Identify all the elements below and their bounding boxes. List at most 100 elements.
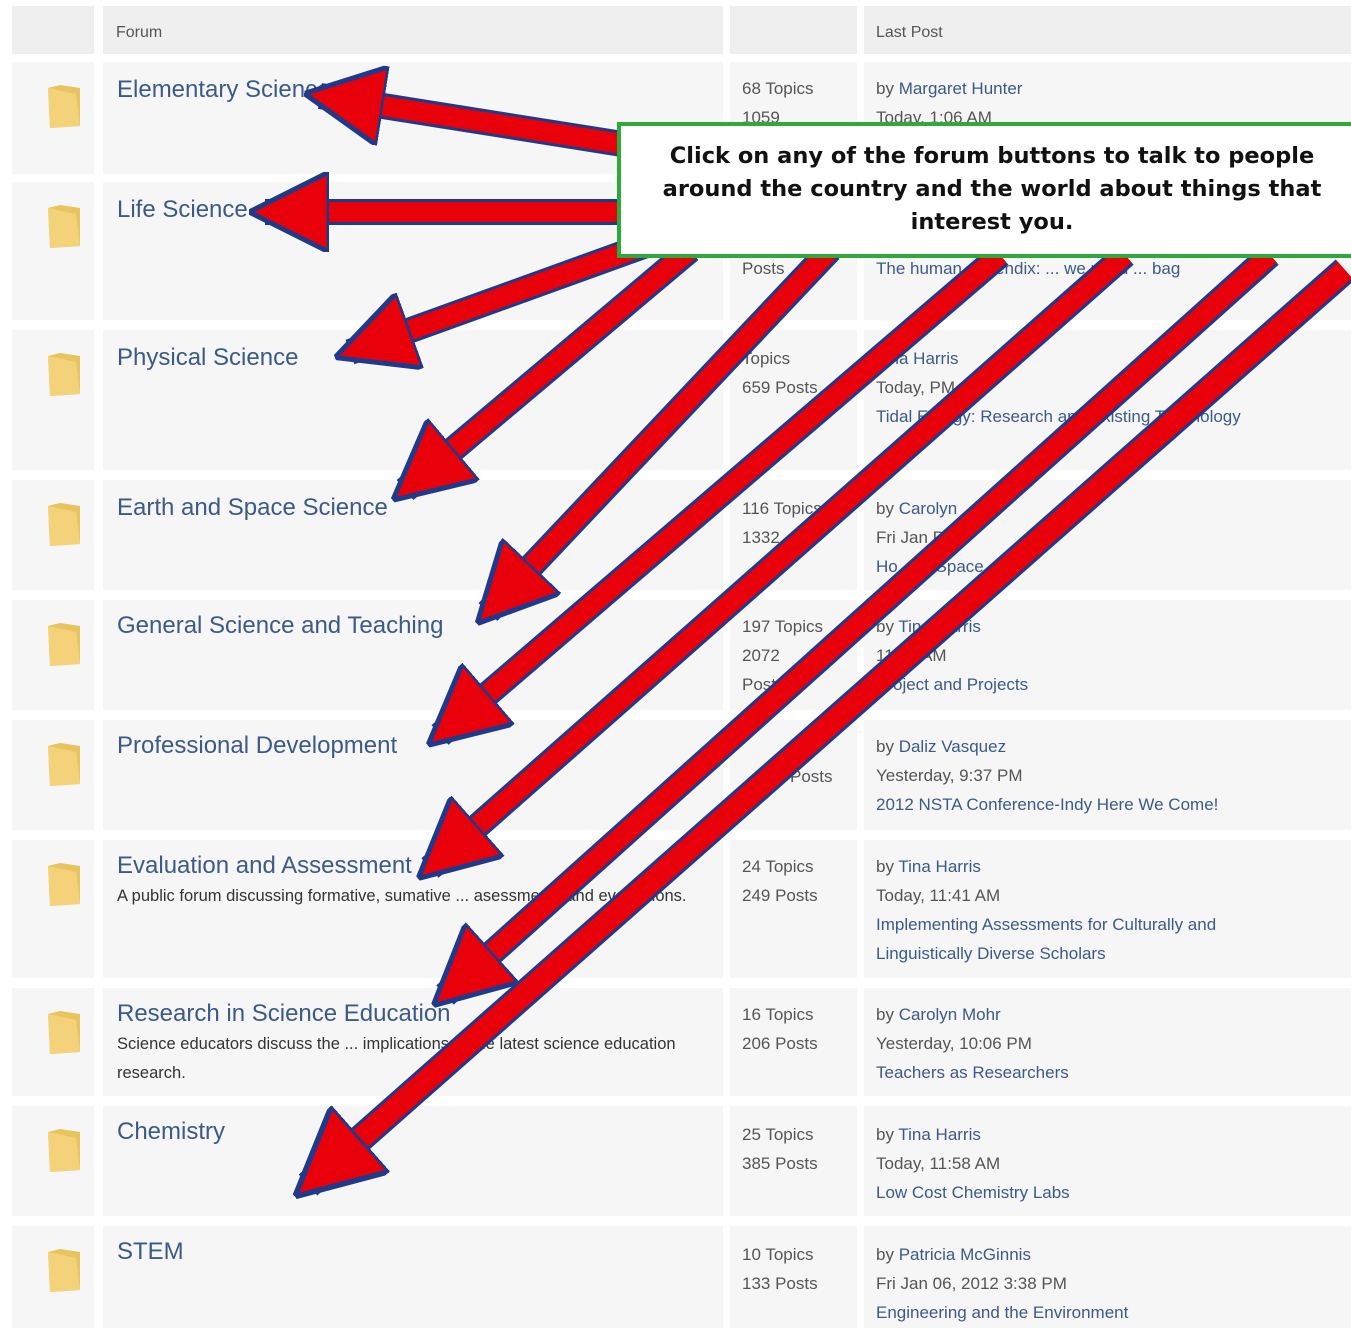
forum-cell: General Science and Teaching xyxy=(103,600,723,710)
forum-cell: Research in Science Education Science ed… xyxy=(103,988,723,1096)
forum-column-header: Forum xyxy=(116,24,163,41)
post-count: 659 Posts xyxy=(742,378,818,397)
icon-cell xyxy=(12,600,94,710)
forum-cell: Earth and Space Science xyxy=(103,480,723,590)
last-post-time: Today, 11:58 AM xyxy=(876,1154,1001,1173)
last-post-cell: by Tina Harris Today, 11:58 AM Low Cost … xyxy=(864,1106,1351,1216)
post-count: Posts xyxy=(742,259,785,278)
forum-title-link[interactable]: Evaluation and Assessment xyxy=(117,852,412,880)
last-post-by: by xyxy=(876,79,899,98)
last-post-author-link[interactable]: Tina Harris xyxy=(876,349,959,368)
last-post-author-link[interactable]: Patricia McGinnis xyxy=(899,1245,1031,1264)
forum-title-link[interactable]: STEM xyxy=(117,1238,184,1266)
last-post-topic-link[interactable]: Engineering and the Environment xyxy=(876,1298,1346,1327)
forum-description: A public forum discussing formative, sum… xyxy=(117,887,687,905)
icon-cell xyxy=(12,480,94,590)
last-post-cell: by Carolyn Mohr Yesterday, 10:06 PM Teac… xyxy=(864,988,1351,1096)
last-post-by: by xyxy=(876,1005,899,1024)
forum-title-link[interactable]: General Science and Teaching xyxy=(117,612,443,640)
stats-cell: 16 Topics 206 Posts xyxy=(730,988,857,1096)
last-post-topic-link[interactable]: Implementing Assessments for Culturally … xyxy=(876,910,1296,968)
icon-cell xyxy=(12,720,94,830)
last-post-topic-link[interactable]: Ho... In Space xyxy=(876,552,1346,581)
topic-count: 10 Topics xyxy=(742,1245,814,1264)
instruction-callout: Click on any of the forum buttons to tal… xyxy=(617,122,1351,258)
topic-count: 116 Topics xyxy=(742,499,822,518)
forum-title-link[interactable]: Elementary Science xyxy=(117,76,330,104)
folder-icon xyxy=(48,1249,80,1292)
forum-cell: Physical Science xyxy=(103,330,723,470)
last-post-author-link[interactable]: Carolyn Mohr xyxy=(899,1005,1001,1024)
icon-cell xyxy=(12,182,94,320)
folder-icon xyxy=(48,1129,80,1172)
icon-cell xyxy=(12,840,94,978)
header-last-post-cell: Last Post xyxy=(864,6,1351,54)
folder-icon xyxy=(48,353,80,396)
forum-title-link[interactable]: Chemistry xyxy=(117,1118,225,1146)
last-post-cell: by Tina Harris 11:07 AM Project and Proj… xyxy=(864,600,1351,710)
last-post-time: Yesterday, 9:37 PM xyxy=(876,766,1023,785)
last-post-column-header: Last Post xyxy=(876,24,943,41)
forum-cell: STEM xyxy=(103,1226,723,1328)
forum-title-link[interactable]: Research in Science Education xyxy=(117,1000,451,1028)
header-stats-cell xyxy=(730,6,857,54)
topic-count: 68 Topics xyxy=(742,79,814,98)
last-post-author-link[interactable]: Tina Harris xyxy=(898,857,981,876)
last-post-author-link[interactable]: Tina Harris xyxy=(898,1125,981,1144)
topic-count: 197 Topics xyxy=(742,617,823,636)
last-post-by: by xyxy=(876,499,899,518)
last-post-topic-link[interactable]: The human appendix: ... we need ... bag xyxy=(876,254,1346,283)
last-post-cell: by Daliz Vasquez Yesterday, 9:37 PM 2012… xyxy=(864,720,1351,830)
forum-title-link[interactable]: Professional Development xyxy=(117,732,397,760)
topic-count: 16 Topics xyxy=(742,1005,814,1024)
stats-cell: 24 Topics 249 Posts xyxy=(730,840,857,978)
forum-title-link[interactable]: Earth and Space Science xyxy=(117,494,388,522)
forum-title-link[interactable]: Physical Science xyxy=(117,344,298,372)
last-post-by: by xyxy=(876,1125,899,1144)
folder-icon xyxy=(48,743,80,786)
forum-description: Science educators discuss the ... implic… xyxy=(117,1035,676,1082)
post-count-label: Posts xyxy=(742,675,785,694)
last-post-topic-link[interactable]: Teachers as Researchers xyxy=(876,1058,1346,1087)
last-post-topic-link[interactable]: Tidal Energy: Research and Existing Tech… xyxy=(876,402,1346,431)
icon-cell xyxy=(12,330,94,470)
post-count: Posts xyxy=(790,767,833,786)
forum-title-link[interactable]: Life Science xyxy=(117,196,248,224)
post-count: 133 Posts xyxy=(742,1274,818,1293)
icon-cell xyxy=(12,988,94,1096)
forum-cell: Evaluation and Assessment A public forum… xyxy=(103,840,723,978)
folder-icon xyxy=(48,863,80,906)
folder-icon xyxy=(48,623,80,666)
last-post-time: 11:07 AM xyxy=(876,646,947,665)
post-count: 2072 xyxy=(742,646,780,665)
last-post-time: Fri Jan 06, 2012 3:38 PM xyxy=(876,1274,1067,1293)
last-post-by: by xyxy=(876,857,899,876)
last-post-time: Today, 11:41 AM xyxy=(876,886,1001,905)
last-post-topic-link[interactable]: 2012 NSTA Conference-Indy Here We Come! xyxy=(876,790,1346,819)
stats-cell: 116 Topics 1332 xyxy=(730,480,857,590)
last-post-by: by xyxy=(876,1245,899,1264)
last-post-author-link[interactable]: Tina Harris xyxy=(898,617,981,636)
post-count: 1332 xyxy=(742,528,780,547)
stats-cell: 25 Topics 385 Posts xyxy=(730,1106,857,1216)
last-post-author-link[interactable]: Carolyn xyxy=(899,499,958,518)
last-post-cell: by Patricia McGinnis Fri Jan 06, 2012 3:… xyxy=(864,1226,1351,1328)
topic-count: 24 Topics xyxy=(742,857,814,876)
last-post-cell: Tina Harris Today, PM Tidal Energy: Rese… xyxy=(864,330,1351,470)
last-post-topic-link[interactable]: Project and Projects xyxy=(876,670,1346,699)
last-post-author-link[interactable]: Margaret Hunter xyxy=(899,79,1023,98)
last-post-time: Yesterday, 10:06 PM xyxy=(876,1034,1032,1053)
stats-cell: 10 Topics 133 Posts xyxy=(730,1226,857,1328)
topic-count: Topics xyxy=(742,349,791,368)
post-count: 206 Posts xyxy=(742,1034,818,1053)
last-post-author-link[interactable]: Daliz Vasquez xyxy=(899,737,1006,756)
folder-icon xyxy=(48,1011,80,1054)
last-post-time: Today, PM xyxy=(876,378,956,397)
icon-cell xyxy=(12,1106,94,1216)
last-post-by: by xyxy=(876,737,899,756)
stats-cell: Topics 659 Posts xyxy=(730,330,857,470)
last-post-topic-link[interactable]: Low Cost Chemistry Labs xyxy=(876,1178,1346,1207)
header-forum-cell: Forum xyxy=(103,6,723,54)
icon-cell xyxy=(12,1226,94,1328)
post-count: 249 Posts xyxy=(742,886,818,905)
